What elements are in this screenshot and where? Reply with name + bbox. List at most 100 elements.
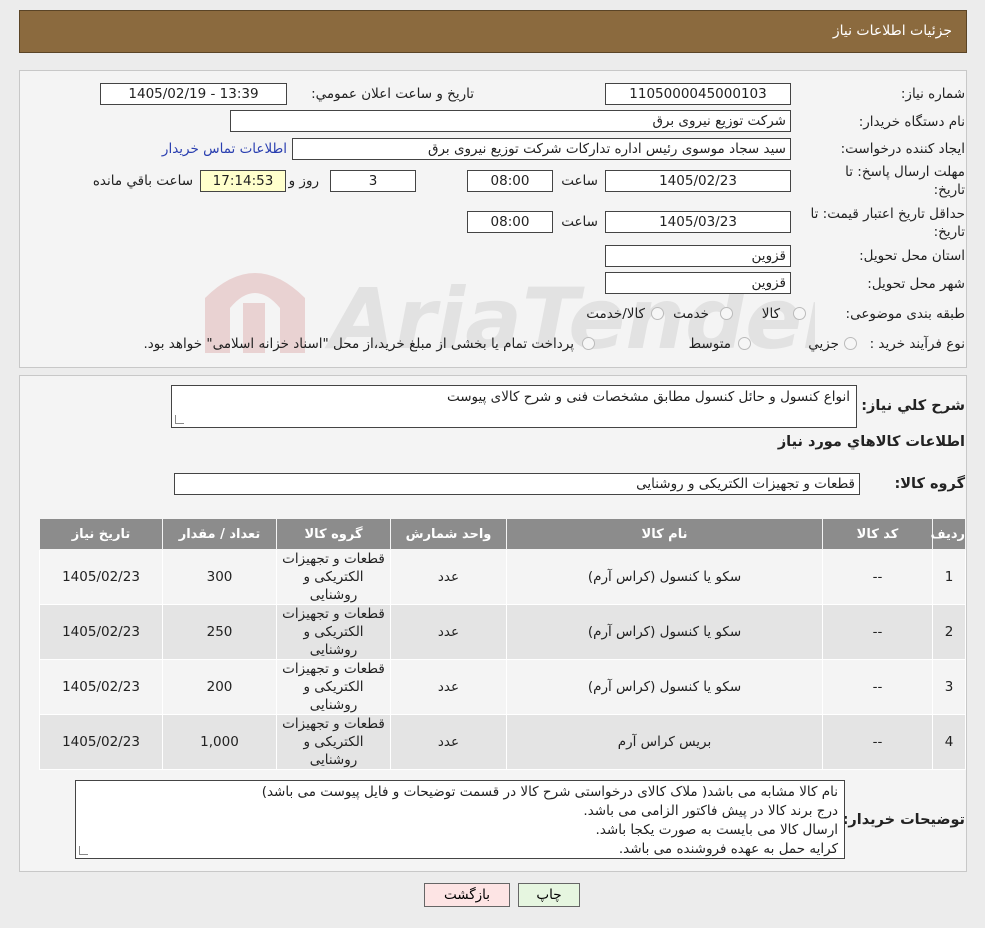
cell-quantity: 300 (162, 549, 277, 605)
purchase-type-label: نوع فرآیند خرید : (869, 336, 965, 352)
th-group: گروه کالا (276, 518, 391, 550)
validity-label-date: تاریخ: (933, 224, 965, 240)
validity-time-field: 08:00 (467, 211, 553, 233)
print-button[interactable]: چاپ (518, 883, 580, 907)
cell-quantity: 1,000 (162, 714, 277, 770)
purchase-option-partial: جزیي (808, 336, 839, 352)
notes-line: نام کالا مشابه می باشد( ملاک کالای درخوا… (261, 784, 838, 800)
cell-unit: عدد (390, 549, 507, 605)
category-option-goods: کالا (761, 306, 780, 322)
cell-need-date: 1405/02/23 (39, 549, 163, 605)
category-radio-goods-service[interactable] (651, 307, 664, 320)
cell-item-name: بریس کراس آرم (506, 714, 823, 770)
days-label: روز و (288, 173, 319, 189)
cell-row-number: 4 (932, 714, 966, 770)
resize-grip-icon[interactable] (79, 846, 88, 855)
category-option-service: خدمت (673, 306, 709, 322)
th-quantity: تعداد / مقدار (162, 518, 277, 550)
cell-need-date: 1405/02/23 (39, 714, 163, 770)
deadline-time-label: ساعت (561, 173, 598, 189)
announce-label: تاريخ و ساعت اعلان عمومي: (311, 86, 474, 102)
province-field: قزوین (605, 245, 791, 267)
deadline-label-date: تاریخ: (933, 182, 965, 198)
province-label: استان محل تحویل: (859, 248, 965, 264)
deadline-date-field: 1405/02/23 (605, 170, 791, 192)
cell-item-code: -- (822, 659, 933, 715)
validity-date-field: 1405/03/23 (605, 211, 791, 233)
category-label: طبقه بندی موضوعی: (845, 306, 965, 322)
page-title: جزئیات اطلاعات نیاز (832, 23, 952, 39)
back-button[interactable]: بازگشت (424, 883, 510, 907)
notes-line: ارسال کالا می بایست به صورت یکجا باشد. (595, 822, 838, 838)
remaining-time-field: 17:14:53 (200, 170, 286, 192)
cell-quantity: 200 (162, 659, 277, 715)
table-row: 2 -- سکو یا کنسول (کراس آرم) عدد قطعات و… (39, 604, 966, 660)
cell-group: قطعات و تجهیزات الکتریکی و روشنایی (276, 659, 391, 715)
th-row-number: ردیف (930, 518, 966, 550)
table-row: 1 -- سکو یا کنسول (کراس آرم) عدد قطعات و… (39, 549, 966, 605)
cell-unit: عدد (390, 714, 507, 770)
creator-field: سید سجاد موسوی رئیس اداره تدارکات شرکت ت… (292, 138, 791, 160)
cell-item-code: -- (822, 714, 933, 770)
buyer-org-label: نام دستگاه خریدار: (858, 114, 965, 130)
cell-unit: عدد (390, 659, 507, 715)
notes-line: درج برند کالا در پیش فاکتور الزامی می با… (583, 803, 838, 819)
th-need-date: تاریخ نیاز (39, 518, 163, 550)
cell-need-date: 1405/02/23 (39, 659, 163, 715)
group-field: قطعات و تجهیزات الکتریکی و روشنایی (174, 473, 860, 495)
purchase-radio-treasury[interactable] (582, 337, 595, 350)
cell-group: قطعات و تجهیزات الکتریکی و روشنایی (276, 604, 391, 660)
city-field: قزوین (605, 272, 791, 294)
purchase-option-medium: متوسط (688, 336, 731, 352)
cell-item-name: سکو یا کنسول (کراس آرم) (506, 659, 823, 715)
buyer-org-field: شرکت توزیع نیروی برق (230, 110, 791, 132)
summary-label: شرح کلي نياز: (861, 398, 965, 414)
need-number-field: 1105000045000103 (605, 83, 791, 105)
th-item-code: کد کالا (822, 518, 933, 550)
purchase-note: پرداخت تمام یا بخشی از مبلغ خرید،از محل … (143, 336, 574, 352)
notes-textarea: نام کالا مشابه می باشد( ملاک کالای درخوا… (75, 780, 845, 859)
table-row: 4 -- بریس کراس آرم عدد قطعات و تجهیزات ا… (39, 714, 966, 770)
remaining-label: ساعت باقي مانده (92, 173, 193, 189)
cell-row-number: 3 (932, 659, 966, 715)
deadline-label: مهلت ارسال پاسخ: تا (845, 164, 965, 180)
group-label: گروه کالا: (894, 476, 965, 492)
cell-item-code: -- (822, 549, 933, 605)
creator-label: ایجاد کننده درخواست: (840, 141, 965, 157)
cell-item-code: -- (822, 604, 933, 660)
table-header-row: ردیف کد کالا نام کالا واحد شمارش گروه کا… (39, 518, 966, 550)
cell-row-number: 1 (932, 549, 966, 605)
cell-item-name: سکو یا کنسول (کراس آرم) (506, 604, 823, 660)
purchase-radio-partial[interactable] (844, 337, 857, 350)
table-row: 3 -- سکو یا کنسول (کراس آرم) عدد قطعات و… (39, 659, 966, 715)
th-item-name: نام کالا (506, 518, 823, 550)
cell-quantity: 250 (162, 604, 277, 660)
items-heading: اطلاعات کالاهاي مورد نياز (777, 434, 965, 450)
category-option-goods-service: کالا/خدمت (586, 306, 645, 322)
remaining-days-field: 3 (330, 170, 416, 192)
city-label: شهر محل تحویل: (867, 276, 965, 292)
cell-need-date: 1405/02/23 (39, 604, 163, 660)
deadline-time-field: 08:00 (467, 170, 553, 192)
items-table: ردیف کد کالا نام کالا واحد شمارش گروه کا… (39, 518, 966, 770)
category-radio-goods[interactable] (793, 307, 806, 320)
summary-text: انواع کنسول و حائل کنسول مطابق مشخصات فن… (446, 389, 850, 405)
cell-group: قطعات و تجهیزات الکتریکی و روشنایی (276, 714, 391, 770)
need-number-label: شماره نیاز: (900, 86, 965, 102)
cell-group: قطعات و تجهیزات الکتریکی و روشنایی (276, 549, 391, 605)
resize-grip-icon[interactable] (175, 415, 184, 424)
announce-field: 1405/02/19 - 13:39 (100, 83, 287, 105)
notes-line: کرایه حمل به عهده فروشنده می باشد. (618, 841, 838, 857)
category-radio-service[interactable] (720, 307, 733, 320)
cell-item-name: سکو یا کنسول (کراس آرم) (506, 549, 823, 605)
cell-unit: عدد (390, 604, 507, 660)
validity-label: حداقل تاریخ اعتبار قیمت: تا (810, 206, 965, 222)
buyer-contact-link[interactable]: اطلاعات تماس خریدار (162, 141, 287, 157)
cell-row-number: 2 (932, 604, 966, 660)
th-unit: واحد شمارش (390, 518, 507, 550)
purchase-radio-medium[interactable] (738, 337, 751, 350)
notes-label: توضیحات خریدار: (842, 812, 965, 828)
page-header: جزئیات اطلاعات نیاز (19, 10, 967, 53)
validity-time-label: ساعت (561, 214, 598, 230)
summary-textarea: انواع کنسول و حائل کنسول مطابق مشخصات فن… (171, 385, 857, 428)
